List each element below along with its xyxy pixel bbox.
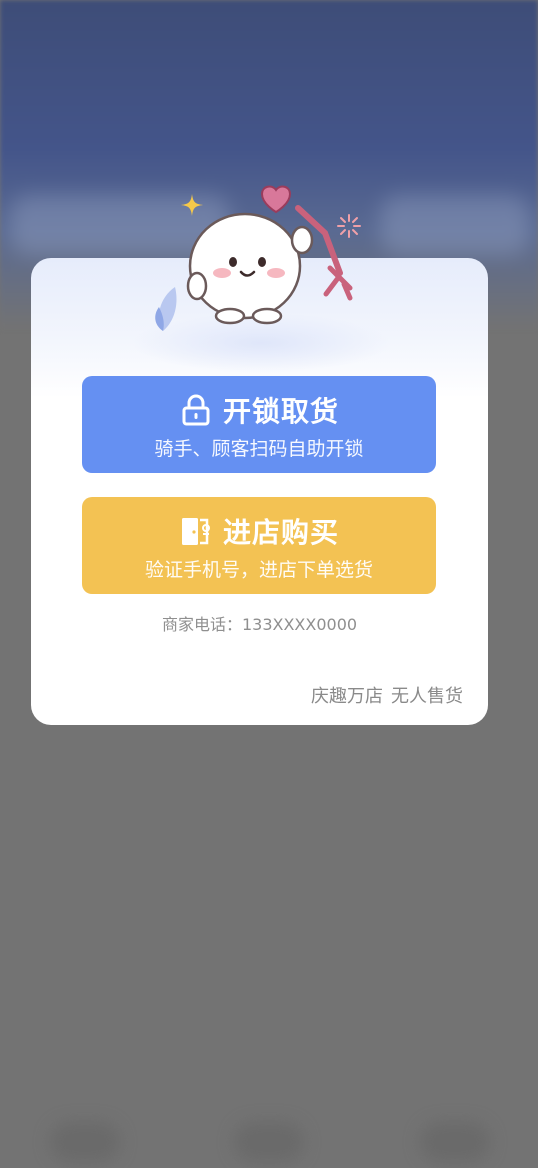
enter-title-row: 进店购买: [82, 511, 436, 551]
store-name-line: 庆趣万店 无人售货: [311, 682, 463, 708]
background-tab-blob: [234, 1122, 304, 1162]
store-name: 庆趣万店: [311, 686, 383, 707]
unlock-title-row: 开锁取货: [82, 390, 436, 430]
background-tab-blob: [50, 1122, 120, 1162]
unlock-pickup-button[interactable]: 开锁取货 骑手、顾客扫码自助开锁: [82, 376, 436, 473]
merchant-phone-label: 商家电话：: [161, 615, 242, 634]
merchant-phone-number[interactable]: 133XXXX0000: [242, 615, 357, 634]
lock-icon: [182, 394, 210, 426]
door-icon: [181, 518, 210, 545]
background-tab-bar: [0, 1098, 538, 1168]
background-blur-element: [380, 195, 530, 255]
store-type: 无人售货: [391, 686, 463, 707]
enter-button-title: 进店购买: [222, 516, 339, 549]
merchant-phone: 商家电话：133XXXX0000: [31, 611, 488, 635]
enter-button-subtitle: 验证手机号，进店下单选货: [144, 559, 373, 581]
enter-store-button[interactable]: 进店购买 验证手机号，进店下单选货: [82, 497, 436, 594]
unlock-button-subtitle: 骑手、顾客扫码自助开锁: [154, 438, 364, 460]
unlock-button-title: 开锁取货: [222, 395, 339, 428]
mascot-illustration: [186, 185, 353, 325]
background-tab-blob: [420, 1122, 490, 1162]
